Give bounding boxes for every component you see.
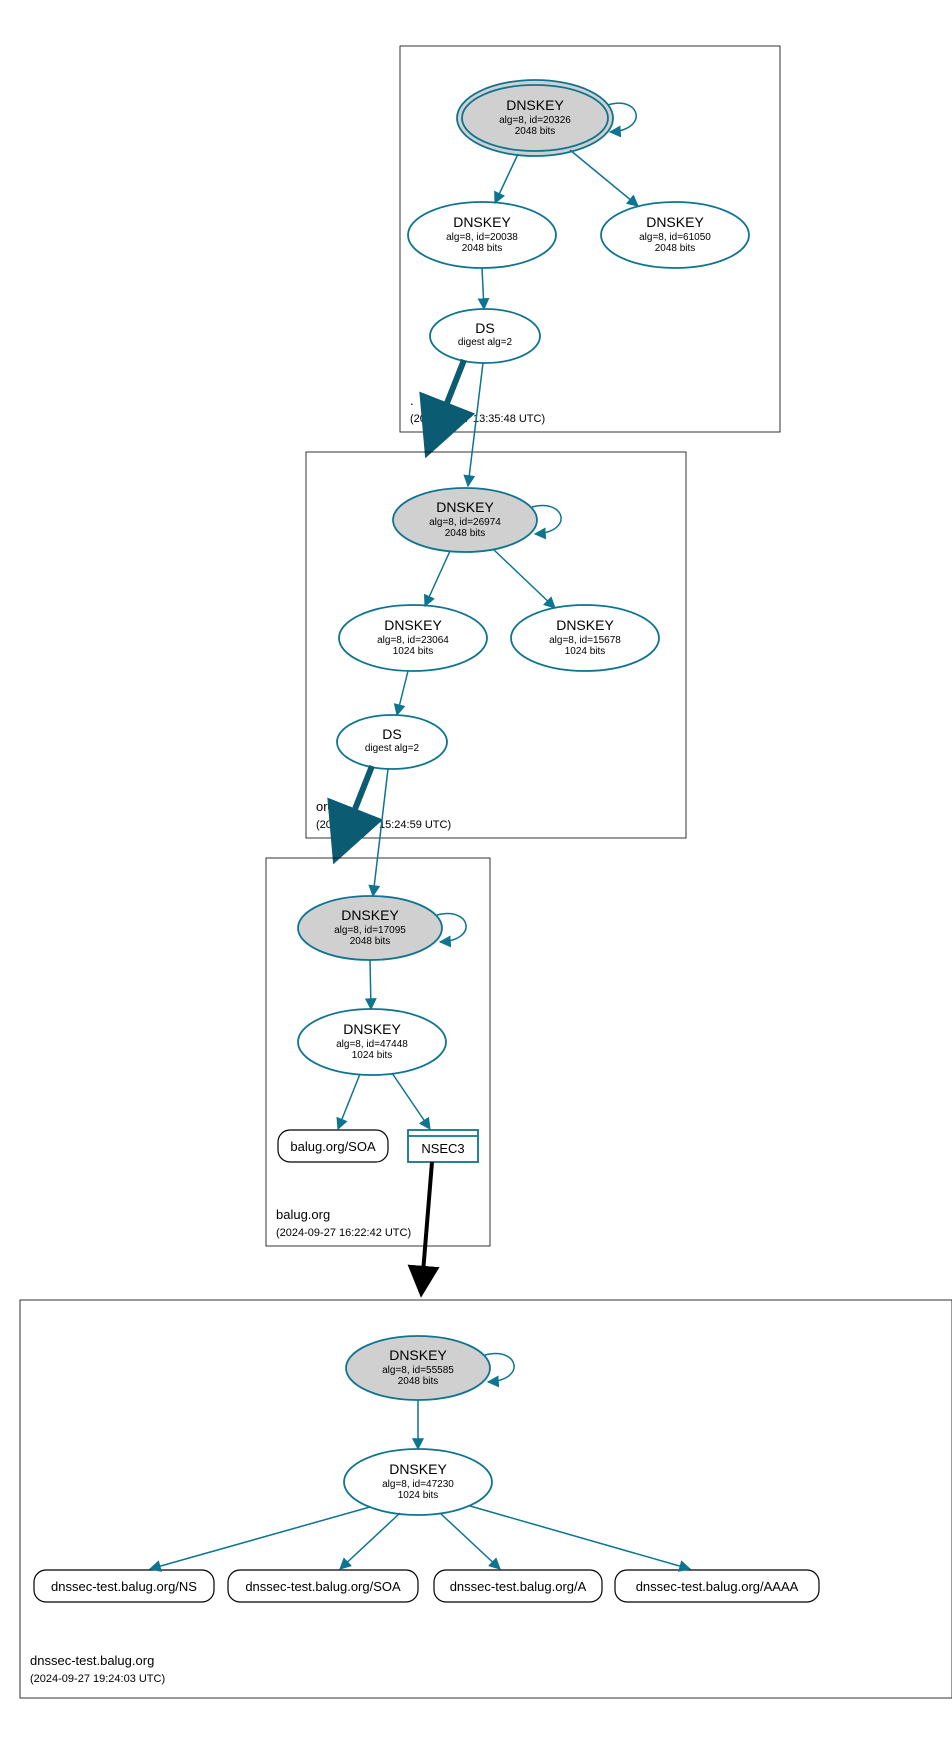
- svg-text:alg=8, id=55585: alg=8, id=55585: [382, 1365, 454, 1376]
- svg-text:1024 bits: 1024 bits: [352, 1050, 393, 1061]
- zone-org-time: (2024-09-27 15:24:59 UTC): [316, 819, 451, 831]
- node-org-ds: DS digest alg=2: [337, 715, 447, 769]
- node-balug-nsec3: NSEC3: [408, 1130, 478, 1162]
- svg-text:DNSKEY: DNSKEY: [341, 907, 399, 923]
- node-test-aaaa: dnssec-test.balug.org/AAAA: [615, 1570, 819, 1602]
- edge-testzsk-ns: [150, 1507, 370, 1569]
- svg-text:alg=8, id=20326: alg=8, id=20326: [499, 115, 571, 126]
- node-test-zsk: DNSKEY alg=8, id=47230 1024 bits: [344, 1449, 492, 1515]
- node-test-ksk: DNSKEY alg=8, id=55585 2048 bits: [346, 1336, 490, 1400]
- edge-orgksk-zsk1: [425, 551, 450, 606]
- zone-balug-time: (2024-09-27 16:22:42 UTC): [276, 1227, 411, 1239]
- node-root-ds: DS digest alg=2: [430, 309, 540, 363]
- svg-text:DNSKEY: DNSKEY: [343, 1021, 401, 1037]
- svg-text:2048 bits: 2048 bits: [350, 936, 391, 947]
- svg-text:dnssec-test.balug.org/SOA: dnssec-test.balug.org/SOA: [245, 1579, 401, 1594]
- node-org-ksk: DNSKEY alg=8, id=26974 2048 bits: [393, 488, 537, 552]
- zone-test-time: (2024-09-27 19:24:03 UTC): [30, 1673, 165, 1685]
- edge-rootzsk1-ds: [482, 268, 484, 309]
- edge-testzsk-aaaa: [470, 1506, 690, 1569]
- edge-testzsk-a: [440, 1513, 500, 1569]
- svg-text:alg=8, id=47448: alg=8, id=47448: [336, 1039, 408, 1050]
- svg-text:alg=8, id=15678: alg=8, id=15678: [549, 635, 621, 646]
- edge-orgksk-zsk2: [493, 549, 555, 608]
- edge-orgzsk1-ds: [397, 671, 408, 715]
- svg-text:DNSKEY: DNSKEY: [646, 214, 704, 230]
- edge-balugksk-zsk: [370, 960, 371, 1009]
- svg-text:DNSKEY: DNSKEY: [389, 1347, 447, 1363]
- svg-text:1024 bits: 1024 bits: [398, 1490, 439, 1501]
- node-root-zsk1: DNSKEY alg=8, id=20038 2048 bits: [408, 202, 556, 268]
- svg-text:alg=8, id=17095: alg=8, id=17095: [334, 925, 406, 936]
- node-test-ns: dnssec-test.balug.org/NS: [34, 1570, 214, 1602]
- svg-text:digest alg=2: digest alg=2: [458, 337, 513, 348]
- svg-text:digest alg=2: digest alg=2: [365, 743, 420, 754]
- edge-balugzsk-soa: [338, 1074, 360, 1129]
- svg-text:alg=8, id=23064: alg=8, id=23064: [377, 635, 449, 646]
- svg-text:DNSKEY: DNSKEY: [436, 499, 494, 515]
- node-root-zsk2: DNSKEY alg=8, id=61050 2048 bits: [601, 202, 749, 268]
- node-test-soa: dnssec-test.balug.org/SOA: [228, 1570, 418, 1602]
- node-org-zsk2: DNSKEY alg=8, id=15678 1024 bits: [511, 605, 659, 671]
- node-root-ksk: DNSKEY alg=8, id=20326 2048 bits: [457, 80, 613, 156]
- node-balug-zsk: DNSKEY alg=8, id=47448 1024 bits: [298, 1009, 446, 1075]
- edge-rootksk-zsk1: [495, 154, 518, 203]
- svg-text:balug.org/SOA: balug.org/SOA: [290, 1139, 376, 1154]
- zone-test-name: dnssec-test.balug.org: [30, 1653, 154, 1668]
- svg-text:NSEC3: NSEC3: [421, 1141, 464, 1156]
- svg-text:DNSKEY: DNSKEY: [384, 617, 442, 633]
- svg-text:2048 bits: 2048 bits: [398, 1376, 439, 1387]
- svg-text:1024 bits: 1024 bits: [393, 646, 434, 657]
- zone-balug-name: balug.org: [276, 1207, 330, 1222]
- node-test-a: dnssec-test.balug.org/A: [434, 1570, 602, 1602]
- svg-text:1024 bits: 1024 bits: [565, 646, 606, 657]
- svg-text:alg=8, id=26974: alg=8, id=26974: [429, 517, 501, 528]
- edge-orgds-balugksk: [373, 769, 388, 896]
- svg-text:alg=8, id=47230: alg=8, id=47230: [382, 1479, 454, 1490]
- node-org-zsk1: DNSKEY alg=8, id=23064 1024 bits: [339, 605, 487, 671]
- svg-text:DNSKEY: DNSKEY: [453, 214, 511, 230]
- svg-text:DNSKEY: DNSKEY: [506, 97, 564, 113]
- svg-text:dnssec-test.balug.org/A: dnssec-test.balug.org/A: [450, 1579, 587, 1594]
- edge-rootksk-zsk2: [570, 150, 638, 206]
- svg-text:2048 bits: 2048 bits: [462, 243, 503, 254]
- edge-testzsk-soa: [340, 1513, 400, 1569]
- zone-root-name: .: [410, 393, 414, 408]
- svg-text:DS: DS: [382, 726, 401, 742]
- svg-text:dnssec-test.balug.org/NS: dnssec-test.balug.org/NS: [51, 1579, 197, 1594]
- edge-balugzsk-nsec3: [392, 1073, 430, 1129]
- svg-text:2048 bits: 2048 bits: [515, 126, 556, 137]
- node-balug-ksk: DNSKEY alg=8, id=17095 2048 bits: [298, 896, 442, 960]
- svg-text:alg=8, id=20038: alg=8, id=20038: [446, 232, 518, 243]
- svg-text:DNSKEY: DNSKEY: [389, 1461, 447, 1477]
- svg-text:DS: DS: [475, 320, 494, 336]
- node-balug-soa: balug.org/SOA: [278, 1130, 388, 1162]
- svg-text:alg=8, id=61050: alg=8, id=61050: [639, 232, 711, 243]
- zone-root-time: (2024-09-27 13:35:48 UTC): [410, 413, 545, 425]
- svg-text:DNSKEY: DNSKEY: [556, 617, 614, 633]
- zone-org-name: org: [316, 799, 335, 814]
- edge-balug-to-test-zone: [422, 1162, 432, 1285]
- svg-text:2048 bits: 2048 bits: [445, 528, 486, 539]
- svg-text:dnssec-test.balug.org/AAAA: dnssec-test.balug.org/AAAA: [636, 1579, 799, 1594]
- svg-text:2048 bits: 2048 bits: [655, 243, 696, 254]
